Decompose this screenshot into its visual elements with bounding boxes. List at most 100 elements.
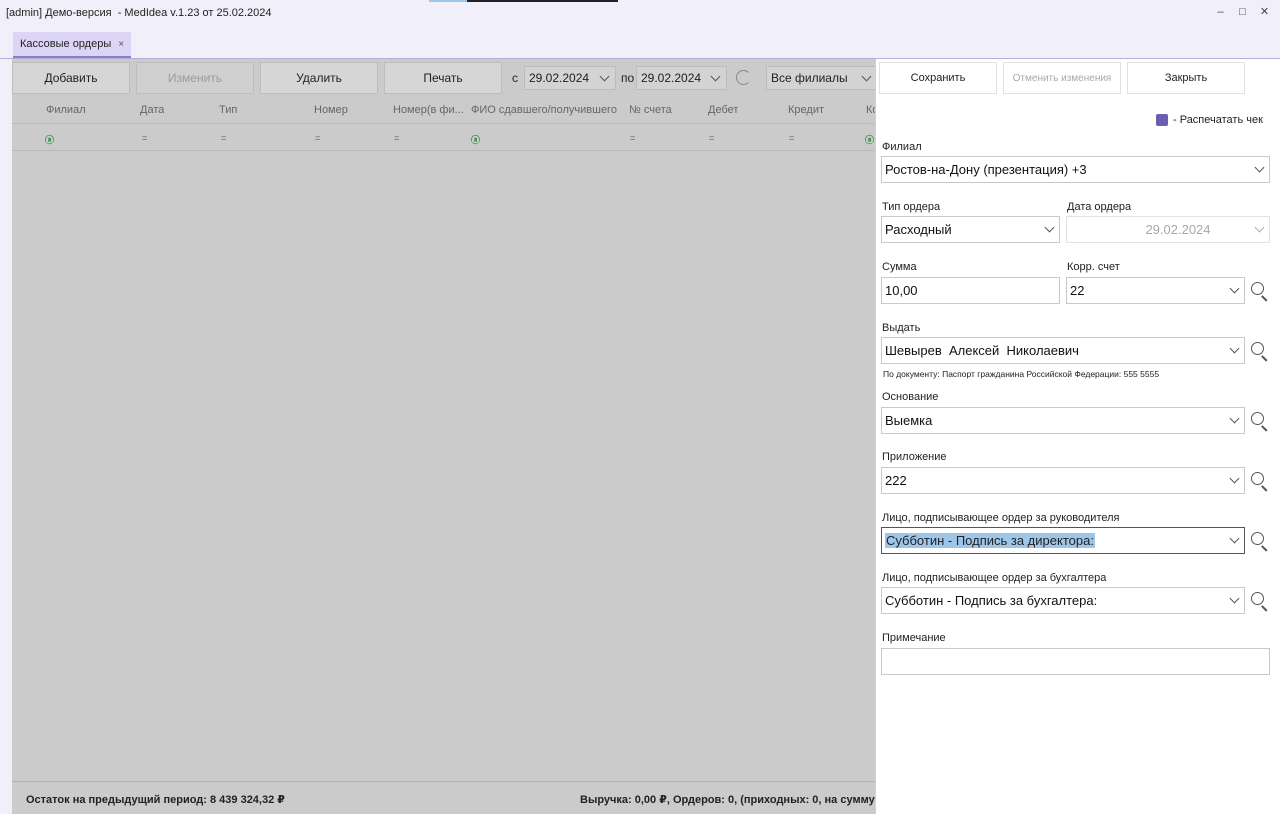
filter-equals-icon[interactable]: = [142, 133, 147, 143]
date-to-label: по [621, 71, 635, 85]
orders-list-pane: Добавить Изменить Удалить Печать с 29.02… [12, 59, 875, 814]
filter-row: ⓐ = = = = ⓐ = = = ⓐ [12, 125, 875, 151]
column-header[interactable]: Дебет [708, 104, 738, 116]
column-header[interactable]: Кредит [788, 104, 824, 116]
chevron-down-icon [1229, 283, 1240, 294]
attachment-value: 222 [885, 473, 907, 488]
issue-to-label: Выдать [882, 322, 921, 334]
tab-close-icon[interactable]: × [118, 39, 124, 50]
order-type-select[interactable]: Расходный [881, 216, 1060, 243]
grid-header: Филиал Дата Тип Номер Номер(в фи... ФИО … [12, 96, 875, 124]
amount-label: Сумма [882, 261, 917, 273]
toolbar: Добавить Изменить Удалить Печать с 29.02… [12, 62, 875, 94]
order-date-value: 29.02.2024 [1145, 222, 1211, 237]
basis-value: Выемка [885, 413, 933, 428]
filter-equals-icon[interactable]: = [315, 133, 320, 143]
corr-account-select[interactable]: 22 [1066, 277, 1245, 304]
refresh-icon[interactable] [736, 70, 751, 85]
filter-equals-icon[interactable]: = [221, 133, 226, 143]
filter-equals-icon[interactable]: = [789, 133, 794, 143]
date-from-picker[interactable]: 29.02.2024 [524, 66, 616, 90]
order-date-label: Дата ордера [1067, 201, 1132, 213]
column-header[interactable]: Филиал [46, 104, 86, 116]
print-check-checkbox[interactable] [1156, 114, 1168, 126]
title-highlight-dark [467, 0, 618, 2]
column-header[interactable]: Номер(в фи... [393, 104, 469, 116]
date-from-label: с [512, 71, 518, 85]
issue-to-value: Шевырев Алексей Николаевич [885, 343, 1079, 358]
save-button[interactable]: Сохранить [879, 62, 997, 94]
column-header[interactable]: Номер [314, 104, 348, 116]
date-to-value: 29.02.2024 [641, 71, 702, 85]
branch-filter-select[interactable]: Все филиалы [766, 66, 875, 90]
search-icon[interactable] [1250, 281, 1270, 302]
branch-label: Филиал [882, 141, 922, 153]
delete-button[interactable]: Удалить [260, 62, 378, 94]
title-highlight [429, 0, 467, 2]
search-icon[interactable] [1250, 591, 1270, 612]
filter-equals-icon[interactable]: = [709, 133, 714, 143]
chevron-down-icon [599, 71, 610, 81]
search-icon[interactable] [1250, 411, 1270, 432]
column-header[interactable]: № счета [629, 104, 672, 116]
branch-value: Ростов-на-Дону (презентация) +3 [885, 162, 1087, 177]
date-to-picker[interactable]: 29.02.2024 [636, 66, 727, 90]
tab-bar: Кассовые ордеры × [0, 28, 1280, 59]
basis-select[interactable]: Выемка [881, 407, 1245, 434]
corr-account-value: 22 [1070, 283, 1085, 298]
filter-contains-icon[interactable]: ⓐ [865, 133, 874, 146]
cancel-changes-button[interactable]: Отменить изменения [1003, 62, 1121, 94]
summary-footer: Остаток на предыдущий период: 8 439 324,… [12, 781, 875, 814]
order-type-value: Расходный [885, 222, 952, 237]
branch-filter-value: Все филиалы [771, 71, 848, 85]
branch-select[interactable]: Ростов-на-Дону (презентация) +3 [881, 156, 1270, 183]
column-header[interactable]: Дата [140, 104, 164, 116]
title-bar: [admin] Демо-версия - MedIdea v.1.23 от … [0, 0, 1280, 28]
signer-head-label: Лицо, подписывающее ордер за руководител… [882, 512, 1120, 524]
filter-equals-icon[interactable]: = [630, 133, 635, 143]
amount-input[interactable]: 10,00 [881, 277, 1060, 304]
chevron-down-icon [710, 71, 721, 81]
add-button[interactable]: Добавить [12, 62, 130, 94]
chevron-down-icon [1044, 222, 1055, 233]
previous-balance: Остаток на предыдущий период: 8 439 324,… [26, 794, 285, 806]
attachment-select[interactable]: 222 [881, 467, 1245, 494]
search-icon[interactable] [1250, 341, 1270, 362]
chevron-down-icon [1229, 533, 1240, 544]
basis-label: Основание [882, 391, 939, 403]
print-button[interactable]: Печать [384, 62, 502, 94]
date-from-value: 29.02.2024 [529, 71, 590, 85]
filter-contains-icon[interactable]: ⓐ [45, 133, 54, 146]
minimize-icon[interactable]: – [1214, 6, 1227, 19]
tab-cash-orders[interactable]: Кассовые ордеры × [13, 32, 132, 58]
close-icon[interactable]: ✕ [1258, 6, 1271, 19]
search-icon[interactable] [1250, 531, 1270, 552]
filter-equals-icon[interactable]: = [394, 133, 399, 143]
amount-value: 10,00 [885, 283, 918, 298]
order-type-label: Тип ордера [882, 201, 941, 213]
chevron-down-icon [1229, 593, 1240, 604]
tab-label: Кассовые ордеры [20, 38, 112, 50]
order-date-picker[interactable]: 29.02.2024 [1066, 216, 1270, 243]
signer-head-select[interactable]: Субботин - Подпись за директора: [881, 527, 1245, 554]
print-check-label: - Распечатать чек [1173, 114, 1263, 126]
edit-button[interactable]: Изменить [136, 62, 254, 94]
close-button[interactable]: Закрыть [1127, 62, 1245, 94]
attachment-label: Приложение [882, 451, 947, 463]
chevron-down-icon [1229, 473, 1240, 484]
signer-accountant-label: Лицо, подписывающее ордер за бухгалтера [882, 572, 1107, 584]
signer-accountant-value: Субботин - Подпись за бухгалтера: [885, 593, 1098, 608]
column-header[interactable]: ФИО сдавшего/получившего [471, 104, 621, 116]
column-header[interactable]: Ко [866, 104, 875, 116]
search-icon[interactable] [1250, 471, 1270, 492]
chevron-down-icon [1229, 413, 1240, 424]
issue-to-select[interactable]: Шевырев Алексей Николаевич [881, 337, 1245, 364]
signer-head-value: Субботин - Подпись за директора: [885, 533, 1095, 548]
signer-accountant-select[interactable]: Субботин - Подпись за бухгалтера: [881, 587, 1245, 614]
column-header[interactable]: Тип [219, 104, 237, 116]
comment-input[interactable] [881, 648, 1270, 675]
document-note: По документу: Паспорт гражданина Российс… [883, 369, 1160, 379]
filter-contains-icon[interactable]: ⓐ [471, 133, 480, 146]
chevron-down-icon [1229, 343, 1240, 354]
maximize-icon[interactable]: □ [1236, 6, 1249, 19]
